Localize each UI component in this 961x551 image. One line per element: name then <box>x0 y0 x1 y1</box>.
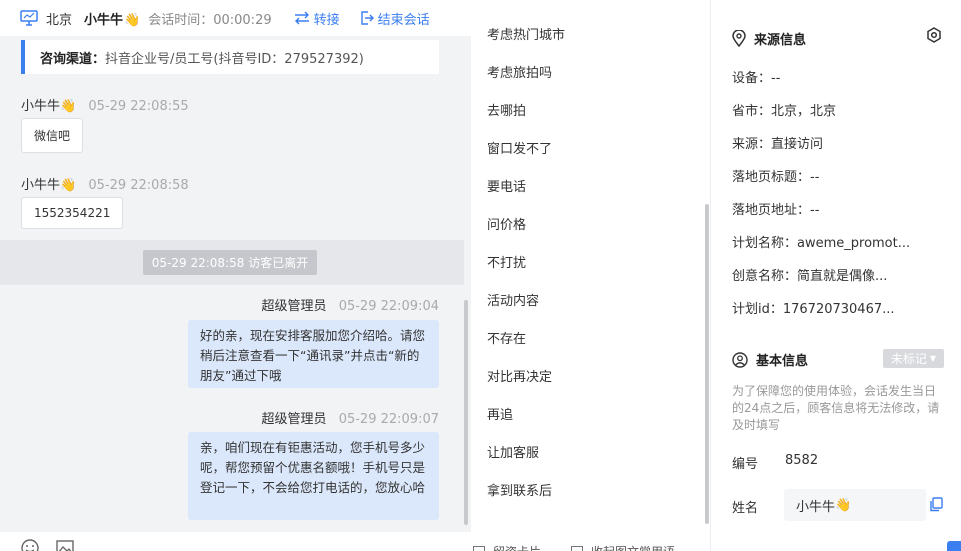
monitor-icon <box>20 10 38 26</box>
quick-reply-scrollbar[interactable] <box>705 204 709 524</box>
agent-message-bubble: 好的亲，现在安排客服加您介绍哈。请您稍后注意查看一下“通讯录”并点击“新的朋友”… <box>188 320 439 388</box>
card-icon <box>473 545 485 551</box>
edit-notice: 为了保障您的使用体验，会话发生当日的24点之后，顾客信息将无法修改，请及时填写 <box>732 384 940 432</box>
message-meta: 小牛牛👋 05-29 22:08:58 <box>21 174 189 193</box>
message-meta: 超级管理员 05-29 22:09:07 <box>262 408 439 427</box>
floating-corner-button[interactable] <box>947 541 961 551</box>
chat-toolbar <box>0 532 471 551</box>
visitor-message-bubble: 1552354221 <box>21 197 124 229</box>
quick-reply-item[interactable]: 考虑旅拍吗 <box>487 62 552 81</box>
name-value: 小牛牛 <box>796 499 836 515</box>
name-label: 姓名 <box>732 501 759 516</box>
info-plan-id: 计划id：176720730467... <box>732 302 895 317</box>
chat-panel: 北京 小牛牛👋 会话时间：00:00:29 转接 结束会话 咨询渠道： 抖音企业… <box>0 0 471 551</box>
card-icon <box>571 545 583 551</box>
quick-reply-item[interactable]: 要电话 <box>487 176 526 195</box>
exit-icon <box>360 11 374 25</box>
transfer-button[interactable]: 转接 <box>294 9 340 28</box>
lead-card-button[interactable]: 留资卡片 <box>473 543 541 551</box>
message-time: 05-29 22:08:58 <box>88 178 189 193</box>
quick-reply-item[interactable]: 对比再决定 <box>487 366 552 385</box>
info-landing-title: 落地页标题：-- <box>732 170 820 185</box>
source-info-title: 来源信息 <box>732 29 806 48</box>
info-creative-name: 创意名称：简直就是偶像... <box>732 269 888 284</box>
quick-reply-item[interactable]: 活动内容 <box>487 290 539 309</box>
chat-scrollbar[interactable] <box>464 300 468 525</box>
source-channel-label: 咨询渠道： <box>40 51 106 67</box>
visitor-name: 小牛牛👋 <box>84 12 141 28</box>
wave-emoji: 👋 <box>124 12 141 28</box>
location-pin-icon <box>732 30 746 47</box>
quick-reply-item[interactable]: 拿到联系后 <box>487 480 552 499</box>
info-landing-url: 落地页地址：-- <box>732 203 820 218</box>
id-value: 8582 <box>785 453 819 468</box>
tag-dropdown[interactable]: 未标记 ▼ <box>883 349 944 368</box>
visitor-left-notice: 05-29 22:08:58 访客已离开 <box>143 250 317 275</box>
source-channel-value: 抖音企业号/员工号(抖音号ID：279527392) <box>105 51 364 67</box>
collapse-phrases-label: 收起图文常用语 <box>591 543 675 551</box>
image-icon[interactable] <box>56 539 74 551</box>
quick-reply-item[interactable]: 考虑热门城市 <box>487 24 565 43</box>
message-meta: 超级管理员 05-29 22:09:04 <box>262 295 439 314</box>
transfer-label: 转接 <box>313 12 340 28</box>
visitor-message-bubble: 微信吧 <box>21 118 84 153</box>
settings-icon[interactable] <box>926 27 942 43</box>
quick-reply-item[interactable]: 不打扰 <box>487 252 526 271</box>
quick-reply-item[interactable]: 窗口发不了 <box>487 138 552 157</box>
end-session-button[interactable]: 结束会话 <box>360 9 430 28</box>
tag-label: 未标记 <box>890 352 927 366</box>
sender-name: 超级管理员 <box>261 412 327 427</box>
wave-emoji: 👋 <box>835 497 852 513</box>
emoji-icon[interactable] <box>21 539 39 551</box>
transfer-icon <box>294 11 309 25</box>
id-label: 编号 <box>732 457 759 472</box>
info-plan-name: 计划名称：aweme_promot... <box>732 236 911 251</box>
message-time: 05-29 22:09:04 <box>338 299 439 314</box>
sender-name: 小牛牛 <box>21 99 61 114</box>
basic-info-label: 基本信息 <box>756 354 809 369</box>
name-field[interactable]: 小牛牛 👋 <box>784 489 926 521</box>
basic-info-title: 基本信息 <box>732 350 808 369</box>
source-info-label: 来源信息 <box>754 33 807 48</box>
quick-reply-item[interactable]: 去哪拍 <box>487 100 526 119</box>
wave-emoji: 👋 <box>60 178 77 193</box>
message-time: 05-29 22:09:07 <box>338 412 439 427</box>
sender-name: 小牛牛 <box>21 178 61 193</box>
lead-card-label: 留资卡片 <box>493 543 541 551</box>
collapse-phrases-button[interactable]: 收起图文常用语 <box>571 543 675 551</box>
message-meta: 小牛牛👋 05-29 22:08:55 <box>21 95 189 114</box>
quick-reply-item[interactable]: 再追 <box>487 404 513 423</box>
copy-icon[interactable] <box>929 497 943 512</box>
visitor-info-panel: 来源信息 设备：-- 省市：北京，北京 来源：直接访问 落地页标题：-- 落地页… <box>712 0 961 551</box>
quick-reply-item[interactable]: 不存在 <box>487 328 526 347</box>
source-channel-card: 咨询渠道： 抖音企业号/员工号(抖音号ID：279527392) <box>21 40 439 74</box>
caret-down-icon: ▼ <box>929 354 937 363</box>
chat-header: 北京 小牛牛👋 会话时间：00:00:29 转接 结束会话 <box>0 0 471 36</box>
sender-name: 超级管理员 <box>261 299 327 314</box>
end-session-label: 结束会话 <box>377 12 430 28</box>
quick-reply-panel: 考虑热门城市 考虑旅拍吗 去哪拍 窗口发不了 要电话 问价格 不打扰 活动内容 … <box>471 0 711 551</box>
session-time: 会话时间：00:00:29 <box>148 12 272 28</box>
message-time: 05-29 22:08:55 <box>88 99 189 114</box>
agent-message-bubble: 亲，咱们现在有钜惠活动，您手机号多少呢，帮您预留个优惠名额哦！手机号只是登记一下… <box>188 432 439 520</box>
wave-emoji: 👋 <box>60 99 77 114</box>
info-device: 设备：-- <box>732 71 781 86</box>
visitor-city: 北京 <box>46 12 73 28</box>
quick-reply-footer: 留资卡片 收起图文常用语 <box>471 538 710 551</box>
info-source: 来源：直接访问 <box>732 137 824 152</box>
info-province: 省市：北京，北京 <box>732 104 837 119</box>
quick-reply-item[interactable]: 让加客服 <box>487 442 539 461</box>
quick-reply-item[interactable]: 问价格 <box>487 214 526 233</box>
user-circle-icon <box>732 351 748 368</box>
